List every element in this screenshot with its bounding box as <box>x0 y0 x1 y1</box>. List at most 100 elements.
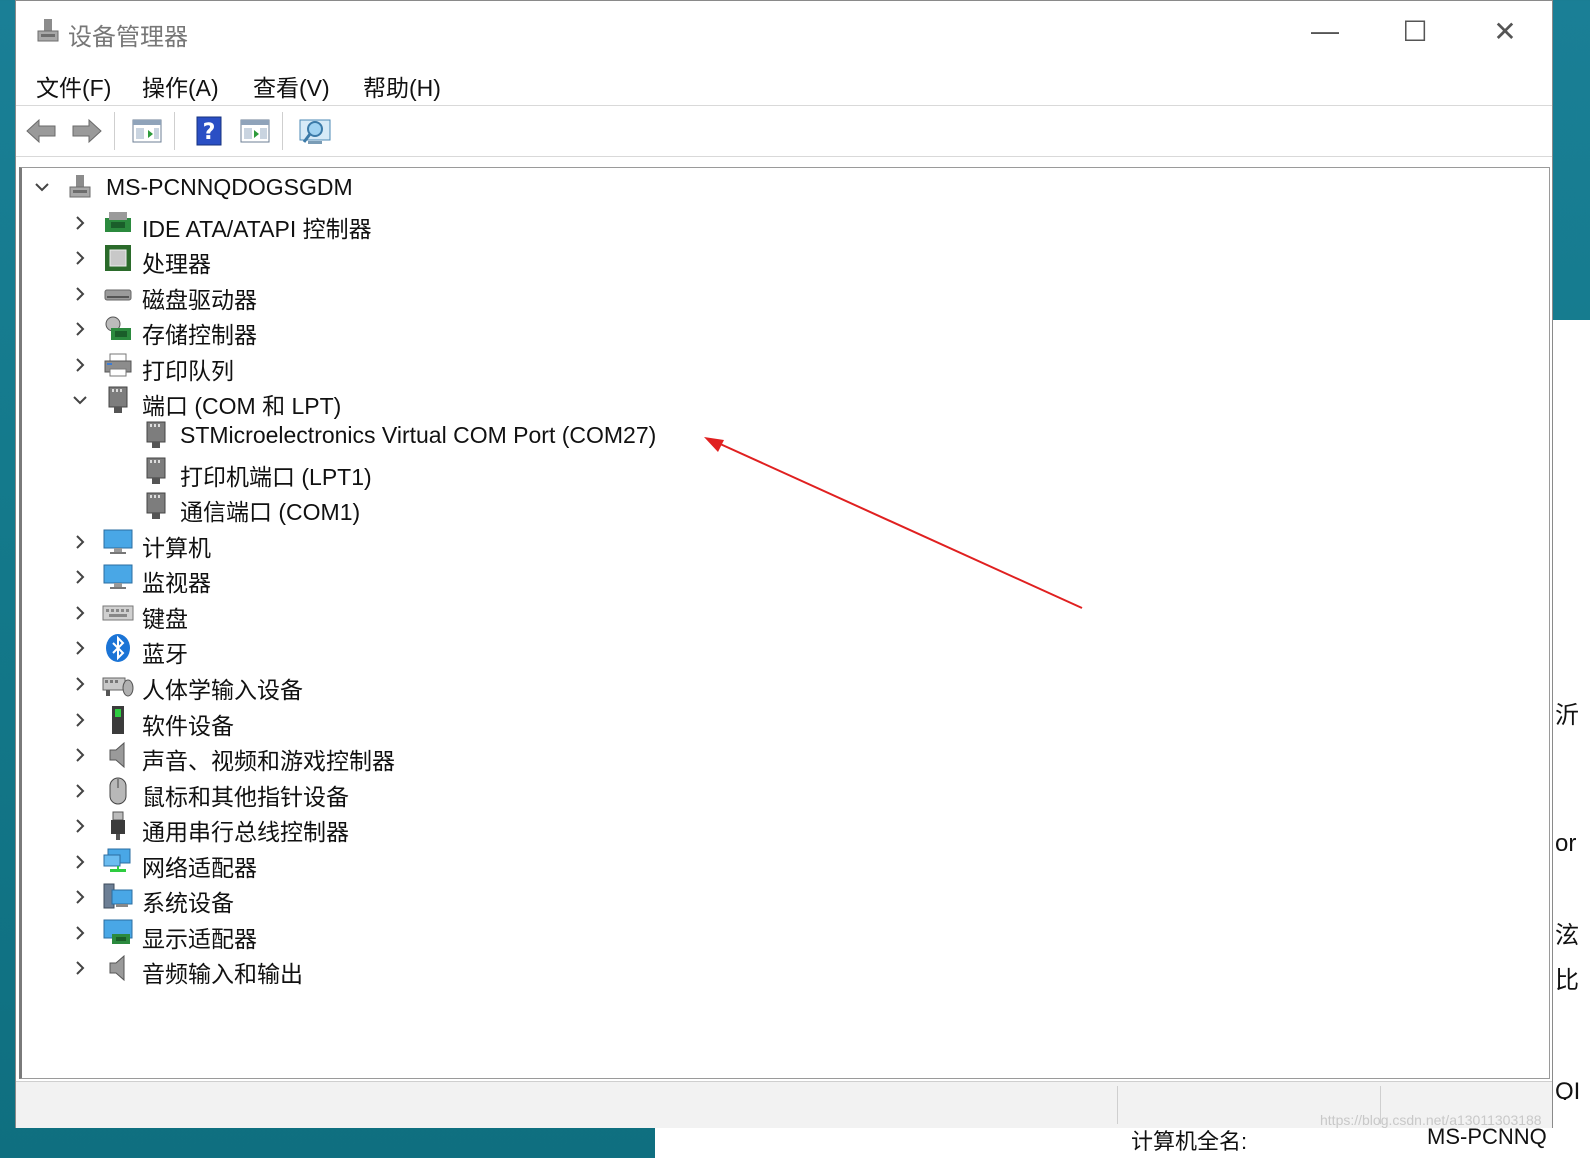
port-stm-virtual-com[interactable]: STMicroelectronics Virtual COM Port (COM… <box>22 418 722 452</box>
tree-item[interactable]: 蓝牙 <box>22 631 482 667</box>
chevron-down-icon[interactable] <box>70 390 90 410</box>
tree-item-label: 端口 (COM 和 LPT) <box>142 393 342 419</box>
chevron-right-icon[interactable] <box>70 958 90 978</box>
port-icon <box>102 385 134 415</box>
chevron-right-icon[interactable] <box>70 284 90 304</box>
tree-item-label: 显示适配器 <box>142 926 257 952</box>
menu-action[interactable]: 操作(A) <box>142 69 219 103</box>
tree-item[interactable]: 系统设备 <box>22 880 482 916</box>
tree-item[interactable]: 声音、视频和游戏控制器 <box>22 738 482 774</box>
tree-item[interactable]: 网络适配器 <box>22 845 482 881</box>
chevron-right-icon[interactable] <box>70 319 90 339</box>
chevron-right-icon[interactable] <box>70 674 90 694</box>
tree-item[interactable]: 打印队列 <box>22 348 482 384</box>
tree-item-label: 软件设备 <box>142 713 234 739</box>
background-window: 沂 or 泫 比 QI <box>1552 320 1590 1158</box>
tree-root-label: MS-PCNNQDOGSGDM <box>106 174 353 200</box>
chevron-right-icon[interactable] <box>70 887 90 907</box>
tree-item-label: 系统设备 <box>142 890 234 916</box>
system-device-icon <box>102 882 134 912</box>
svg-text:?: ? <box>203 120 216 145</box>
menu-file[interactable]: 文件(F) <box>36 69 111 103</box>
computer-root-icon <box>64 172 96 202</box>
toolbar-separator <box>282 112 283 150</box>
tree-subitem-label: 打印机端口 (LPT1) <box>180 464 372 490</box>
tree-item-label: 存储控制器 <box>142 322 257 348</box>
chevron-right-icon[interactable] <box>70 532 90 552</box>
tree-item[interactable]: 显示适配器 <box>22 916 482 952</box>
menu-bar: 文件(F) 操作(A) 查看(V) 帮助(H) <box>16 63 1552 105</box>
toolbar-separator <box>114 112 115 150</box>
tree-item-label: 计算机 <box>142 535 211 561</box>
software-device-icon <box>102 705 134 735</box>
tree-item-label: 音频输入和输出 <box>142 961 303 987</box>
chevron-right-icon[interactable] <box>70 638 90 658</box>
tree-item[interactable]: 监视器 <box>22 560 482 596</box>
chevron-right-icon[interactable] <box>70 248 90 268</box>
tree-item[interactable]: IDE ATA/ATAPI 控制器 <box>22 206 482 242</box>
device-manager-icon <box>34 17 62 50</box>
scan-hardware-icon[interactable] <box>298 114 332 148</box>
printer-icon <box>102 350 134 380</box>
help-icon[interactable]: ? <box>192 114 226 148</box>
minimize-button[interactable]: — <box>1280 1 1370 61</box>
properties-icon[interactable] <box>130 114 164 148</box>
window-title: 设备管理器 <box>68 24 188 51</box>
chevron-right-icon[interactable] <box>70 567 90 587</box>
tree-item[interactable]: 人体学输入设备 <box>22 667 482 703</box>
tree-item[interactable]: 键盘 <box>22 596 482 632</box>
menu-view[interactable]: 查看(V) <box>253 69 330 103</box>
tree-item-label: 声音、视频和游戏控制器 <box>142 748 395 774</box>
port-icon <box>140 491 172 521</box>
disk-drive-icon <box>102 279 134 309</box>
maximize-button[interactable]: ☐ <box>1370 1 1460 61</box>
update-driver-icon[interactable] <box>238 114 272 148</box>
chevron-right-icon[interactable] <box>70 603 90 623</box>
chevron-down-icon[interactable] <box>32 177 52 197</box>
audio-io-icon <box>102 953 134 983</box>
keyboard-icon <box>102 598 134 628</box>
tree-item-label: IDE ATA/ATAPI 控制器 <box>142 216 372 242</box>
background-text: 泫 <box>1555 922 1579 949</box>
menu-help[interactable]: 帮助(H) <box>363 69 441 103</box>
chevron-right-icon[interactable] <box>70 923 90 943</box>
port-icon <box>140 456 172 486</box>
bluetooth-icon <box>102 633 134 663</box>
forward-icon[interactable] <box>70 114 104 148</box>
tree-item[interactable]: 通用串行总线控制器 <box>22 809 482 845</box>
tree-item-label: 键盘 <box>142 606 188 632</box>
chevron-right-icon[interactable] <box>70 213 90 233</box>
chevron-right-icon[interactable] <box>70 852 90 872</box>
toolbar-separator <box>174 112 175 150</box>
processor-icon <box>102 243 134 273</box>
chevron-right-icon[interactable] <box>70 710 90 730</box>
tree-item-label: 网络适配器 <box>142 855 257 881</box>
title-bar[interactable]: 设备管理器 — ☐ ✕ <box>16 1 1552 61</box>
tree-item-expanded[interactable]: 端口 (COM 和 LPT) <box>22 383 482 419</box>
tree-item[interactable]: 处理器 <box>22 241 482 277</box>
tree-item-label: 处理器 <box>142 251 211 277</box>
watermark: https://blog.csdn.net/a13011303188 <box>1320 1112 1542 1128</box>
tree-item-label: 鼠标和其他指针设备 <box>142 784 349 810</box>
back-icon[interactable] <box>24 114 58 148</box>
mouse-icon <box>102 776 134 806</box>
tree-item[interactable]: 磁盘驱动器 <box>22 277 482 313</box>
tree-item[interactable]: 计算机 <box>22 525 482 561</box>
tree-item[interactable]: 音频输入和输出 <box>22 951 482 987</box>
chevron-right-icon[interactable] <box>70 745 90 765</box>
network-adapter-icon <box>102 847 134 877</box>
tree-item[interactable]: 软件设备 <box>22 703 482 739</box>
tree-item[interactable]: 鼠标和其他指针设备 <box>22 774 482 810</box>
tree-item-label: 蓝牙 <box>142 641 188 667</box>
tree-item-label: 监视器 <box>142 570 211 596</box>
close-button[interactable]: ✕ <box>1460 1 1550 61</box>
chevron-right-icon[interactable] <box>70 816 90 836</box>
monitor-icon <box>102 562 134 592</box>
tree-item[interactable]: 存储控制器 <box>22 312 482 348</box>
port-lpt1[interactable]: 打印机端口 (LPT1) <box>22 454 482 490</box>
chevron-right-icon[interactable] <box>70 781 90 801</box>
chevron-right-icon[interactable] <box>70 355 90 375</box>
speaker-icon <box>102 740 134 770</box>
port-com1[interactable]: 通信端口 (COM1) <box>22 489 482 525</box>
tree-root[interactable]: MS-PCNNQDOGSGDM <box>22 170 422 204</box>
